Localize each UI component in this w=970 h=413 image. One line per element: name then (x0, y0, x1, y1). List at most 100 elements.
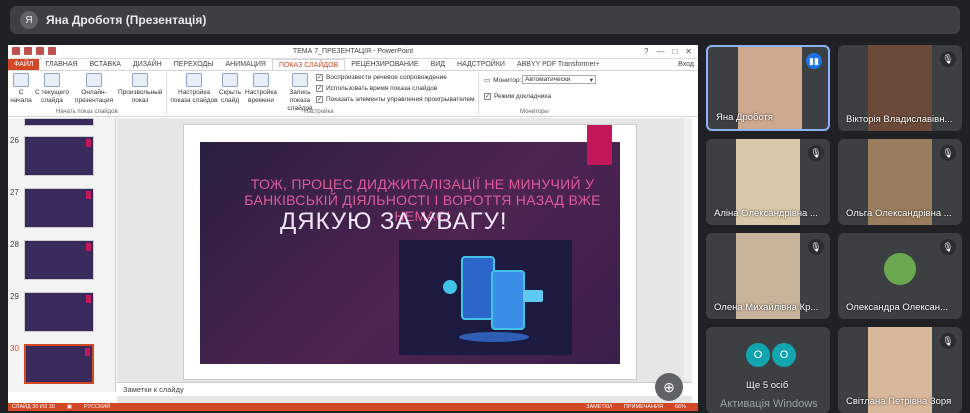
avatar (884, 253, 916, 285)
shared-screen: ТЕМА 7_ПРЕЗЕНТАЦІЯ - PowerPoint ? — □ ✕ … (8, 45, 698, 411)
participant-name: Яна Дроботя (716, 112, 774, 123)
tab-transitions[interactable]: ПЕРЕХОДЫ (168, 59, 220, 70)
custom-show-button[interactable]: Произвольный показ (118, 73, 162, 105)
slide-thumbnail[interactable] (24, 240, 94, 280)
timings-checkbox[interactable]: ✓ Использовать время показа слайдов (316, 85, 437, 92)
participant-tile[interactable]: 🎙 Світлана Петрівна Зоря (838, 327, 962, 413)
participant-tile[interactable]: 🎙 Аліна Олександрівна ... (706, 139, 830, 225)
ppt-title-bar: ТЕМА 7_ПРЕЗЕНТАЦІЯ - PowerPoint ? — □ ✕ (8, 45, 698, 59)
slide-accent (86, 295, 91, 303)
minimize-button[interactable]: — (656, 47, 664, 56)
participant-name: Олександра Олексан... (846, 302, 948, 313)
quick-access-toolbar (12, 47, 56, 55)
notes-toggle[interactable]: ЗАМЕТКИ (586, 404, 612, 410)
custom-show-icon (132, 73, 148, 87)
phone-icon (461, 256, 495, 320)
media-controls-label: Показать элементы управления проигрывате… (326, 96, 475, 103)
tab-insert[interactable]: ВСТАВКА (84, 59, 127, 70)
hide-slide-button[interactable]: Скрыть слайд (218, 73, 242, 105)
check-icon: ✓ (484, 93, 491, 100)
presenter-view-label: Режим докладчика (494, 93, 551, 100)
speaking-indicator-icon: ▮▮ (806, 53, 822, 69)
slide-thumbnail[interactable] (24, 188, 94, 228)
monitor-select-value: Автоматически (525, 76, 571, 83)
slide-canvas[interactable]: ТОЖ, ПРОЦЕС ДИДЖИТАЛІЗАЦІЇ НЕ МИНУЧИЙ У … (183, 124, 637, 380)
status-bar: СЛАЙД 30 ИЗ 30 ▣ РУССКИЙ ЗАМЕТКИ ПРИМЕЧА… (8, 403, 698, 411)
mic-off-icon: 🎙 (808, 239, 824, 255)
participant-tile[interactable]: 🎙 Ольга Олександрівна ... (838, 139, 962, 225)
help-button[interactable]: ? (644, 47, 648, 56)
card-icon (523, 290, 543, 302)
close-button[interactable]: ✕ (685, 47, 692, 56)
presenter-view-checkbox[interactable]: ✓ Режим докладчика (484, 93, 551, 100)
slide-accent (85, 348, 90, 356)
rehearse-timings-button[interactable]: Настройка времени (244, 73, 278, 105)
participant-name: Олена Михайлівна Кр... (714, 302, 819, 313)
tab-abbyy[interactable]: ABBYY PDF Transformer+ (511, 59, 606, 70)
tab-home[interactable]: ГЛАВНАЯ (39, 59, 83, 70)
hide-slide-icon (222, 73, 238, 87)
tab-view[interactable]: ВИД (425, 59, 451, 70)
setup-show-button[interactable]: Настройка показа слайдов (170, 73, 218, 105)
slide-counter: СЛАЙД 30 ИЗ 30 (12, 404, 55, 410)
ribbon-divider (166, 73, 167, 115)
zoom-in-icon[interactable]: ⊕ (655, 373, 683, 401)
rehearse-timings-label: Настройка времени (245, 89, 277, 104)
mic-off-icon: 🎙 (940, 145, 956, 161)
save-icon[interactable] (12, 47, 20, 55)
slide: ТОЖ, ПРОЦЕС ДИДЖИТАЛІЗАЦІЇ НЕ МИНУЧИЙ У … (200, 125, 620, 364)
tab-review[interactable]: РЕЦЕНЗИРОВАНИЕ (345, 59, 424, 70)
slide-thumbnail[interactable] (24, 118, 94, 126)
redo-icon[interactable] (36, 47, 44, 55)
mic-off-icon: 🎙 (808, 145, 824, 161)
tab-animation[interactable]: АНИМАЦИЯ (219, 59, 272, 70)
participant-tile[interactable]: 🎙 Олена Михайлівна Кр... (706, 233, 830, 319)
from-beginning-button[interactable]: С начала (10, 73, 32, 105)
language-indicator[interactable]: РУССКИЙ (84, 404, 110, 410)
mic-off-icon: 🎙 (940, 239, 956, 255)
login-link[interactable]: Вход (678, 61, 694, 68)
zoom-level[interactable]: 66% (675, 404, 686, 410)
participant-tile[interactable]: ▮▮ Яна Дроботя (706, 45, 830, 131)
present-online-icon (86, 73, 102, 87)
start-show-icon[interactable] (48, 47, 56, 55)
slide-thumbnail[interactable] (24, 136, 94, 176)
participant-tile[interactable]: 🎙 Олександра Олексан... (838, 233, 962, 319)
participant-name: Світлана Петрівна Зоря (846, 396, 952, 407)
platform-shape (459, 332, 529, 342)
record-show-button[interactable]: Запись показа слайдов (280, 73, 320, 113)
presenter-title: Яна Дроботя (Презентація) (46, 13, 207, 27)
ppt-window-title: ТЕМА 7_ПРЕЗЕНТАЦІЯ - PowerPoint (292, 48, 414, 55)
participant-name: Ольга Олександрівна ... (846, 208, 952, 219)
narration-checkbox[interactable]: ✓ Воспроизвести речевое сопровождение (316, 74, 447, 81)
tab-slideshow[interactable]: ПОКАЗ СЛАЙДОВ (271, 59, 346, 70)
vertical-scrollbar[interactable] (684, 118, 692, 380)
participant-tile[interactable]: 🎙 Вікторія Владиславівн... (838, 45, 962, 131)
mic-off-icon: 🎙 (940, 51, 956, 67)
slide-thumbnail[interactable] (24, 292, 94, 332)
tab-addins[interactable]: НАДСТРОЙКИ (451, 59, 511, 70)
undo-icon[interactable] (24, 47, 32, 55)
ribbon: С начала С текущего слайда Онлайн-презен… (8, 71, 698, 117)
present-online-button[interactable]: Онлайн-презентация (72, 73, 116, 105)
setup-show-label: Настройка показа слайдов (170, 89, 218, 104)
present-online-label: Онлайн-презентация (74, 89, 114, 104)
tab-file[interactable]: ФАЙЛ (8, 59, 40, 70)
monitor-select[interactable]: Автоматически ▾ (522, 75, 596, 84)
maximize-button[interactable]: □ (672, 47, 677, 56)
chevron-down-icon: ▾ (589, 77, 593, 84)
slide-thumbnail-selected[interactable] (24, 344, 94, 384)
monitor-label: Монитор: (493, 76, 522, 84)
notes-pane[interactable]: Заметки к слайду (117, 382, 692, 396)
comments-toggle[interactable]: ПРИМЕЧАНИЯ (624, 404, 663, 410)
timer-icon (253, 73, 269, 87)
mic-off-icon: 🎙 (940, 333, 956, 349)
slide-number: 27 (10, 188, 19, 197)
from-current-button[interactable]: С текущего слайда (34, 73, 70, 105)
tab-design[interactable]: ДИЗАЙН (127, 59, 168, 70)
slideshow-current-icon (44, 73, 60, 87)
mobile-banking-illustration (399, 240, 572, 355)
custom-show-label: Произвольный показ (118, 89, 163, 104)
media-controls-checkbox[interactable]: ✓ Показать элементы управления проигрыват… (316, 96, 474, 103)
spellcheck-icon[interactable]: ▣ (67, 404, 72, 410)
